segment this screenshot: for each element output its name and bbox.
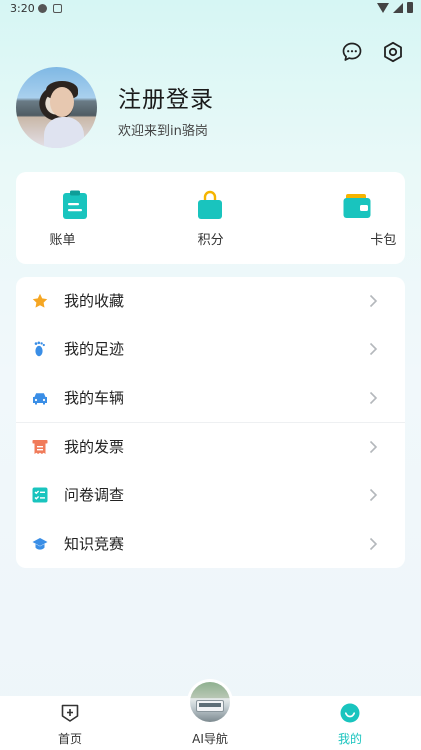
chevron-right-icon (369, 537, 378, 551)
graduation-cap-icon (32, 538, 48, 550)
bill-button[interactable]: 账单 (16, 172, 146, 264)
app-notification-icon (53, 4, 62, 13)
wallet-icon (343, 194, 371, 218)
ai-navigation-button[interactable] (187, 679, 233, 725)
card-wallet-button[interactable]: 卡包 (275, 172, 405, 264)
checklist-icon (32, 487, 48, 503)
menu-item-label: 我的足迹 (64, 340, 125, 358)
tab-home[interactable]: 首页 (0, 696, 140, 750)
menu-item-label: 我的发票 (64, 438, 125, 456)
menu-item-quiz[interactable]: 知识竞赛 (16, 520, 405, 568)
chevron-right-icon (369, 488, 378, 502)
wifi-icon (377, 2, 389, 13)
car-icon (33, 393, 47, 405)
menu-item-survey[interactable]: 问卷调查 (16, 471, 405, 519)
menu-item-footprints[interactable]: 我的足迹 (16, 325, 405, 373)
chevron-right-icon (369, 391, 378, 405)
star-icon (32, 293, 48, 308)
menu-item-vehicles[interactable]: 我的车辆 (16, 374, 405, 422)
points-bag-icon (197, 190, 222, 219)
status-bar: 3:20 (0, 0, 421, 18)
ai-navigation-image (190, 682, 230, 722)
card-wallet-label: 卡包 (370, 233, 397, 248)
bill-label: 账单 (49, 233, 76, 248)
menu-item-favorites[interactable]: 我的收藏 (16, 277, 405, 325)
menu-item-label: 我的收藏 (64, 292, 125, 310)
menu-item-label: 我的车辆 (64, 389, 125, 407)
menu-item-invoices[interactable]: 我的发票 (16, 423, 405, 471)
tab-mine[interactable]: 我的 (280, 696, 420, 750)
chevron-right-icon (369, 342, 378, 356)
message-icon[interactable] (340, 40, 364, 64)
tab-home-label: 首页 (57, 732, 82, 746)
points-button[interactable]: 积分 (146, 172, 276, 264)
tab-mine-label: 我的 (337, 732, 362, 746)
footprint-icon (34, 341, 45, 357)
chevron-right-icon (369, 440, 378, 454)
home-shield-icon (61, 704, 79, 722)
menu-list: 我的收藏 我的足迹 我的车辆 我的发票 问卷调查 知识竞赛 (16, 277, 405, 568)
points-label: 积分 (197, 233, 224, 248)
login-register-title[interactable]: 注册登录 (118, 80, 214, 114)
tab-ai-label: AI导航 (192, 732, 228, 746)
battery-icon (407, 2, 413, 13)
status-time: 3:20 (10, 2, 35, 15)
menu-item-label: 知识竞赛 (64, 535, 125, 553)
cellular-signal-icon (393, 2, 403, 13)
smile-face-icon (340, 703, 360, 723)
quick-actions-card: 账单 积分 卡包 (16, 172, 405, 264)
notification-icon (38, 4, 47, 13)
settings-icon[interactable] (381, 40, 405, 64)
avatar[interactable] (16, 67, 97, 148)
menu-item-label: 问卷调查 (64, 486, 125, 504)
welcome-text: 欢迎来到in骆岗 (118, 124, 208, 139)
invoice-icon (32, 440, 48, 454)
bill-icon (63, 190, 87, 219)
chevron-right-icon (369, 294, 378, 308)
